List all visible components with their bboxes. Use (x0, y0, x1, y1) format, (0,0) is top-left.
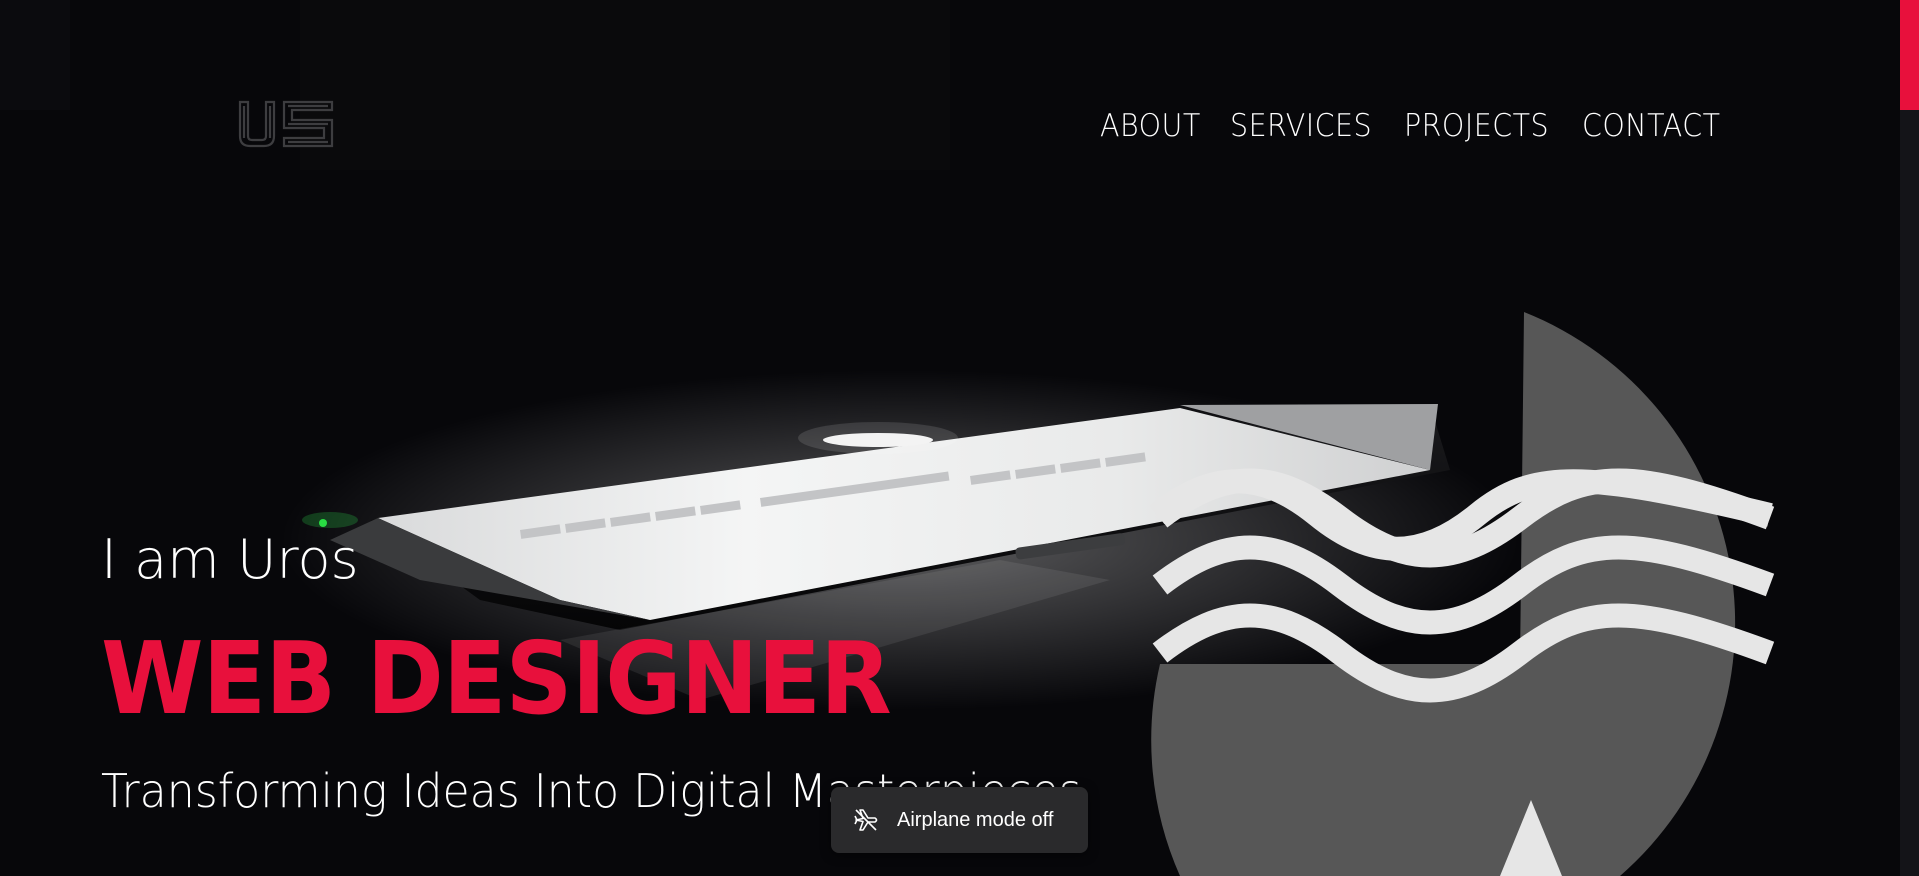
hero-intro: I am Uros (101, 528, 359, 591)
nav-about-link[interactable]: ABOUT (1100, 108, 1201, 144)
nav-services-link[interactable]: SERVICES (1230, 108, 1372, 144)
hero-headline: WEB DESIGNER (101, 620, 892, 737)
main-navigation: ABOUT SERVICES PROJECTS CONTACT (1100, 108, 1732, 144)
page-scrollbar-track[interactable] (1900, 0, 1919, 876)
page-scrollbar-thumb[interactable] (1900, 0, 1919, 110)
nav-projects-link[interactable]: PROJECTS (1404, 108, 1549, 144)
site-logo[interactable] (236, 98, 340, 150)
hero-section: ABOUT SERVICES PROJECTS CONTACT I am Uro… (0, 0, 1919, 876)
nav-contact-link[interactable]: CONTACT (1582, 108, 1720, 144)
airplane-mode-toast: Airplane mode off (831, 787, 1088, 853)
toast-message: Airplane mode off (897, 808, 1054, 831)
airplane-icon (854, 809, 878, 831)
